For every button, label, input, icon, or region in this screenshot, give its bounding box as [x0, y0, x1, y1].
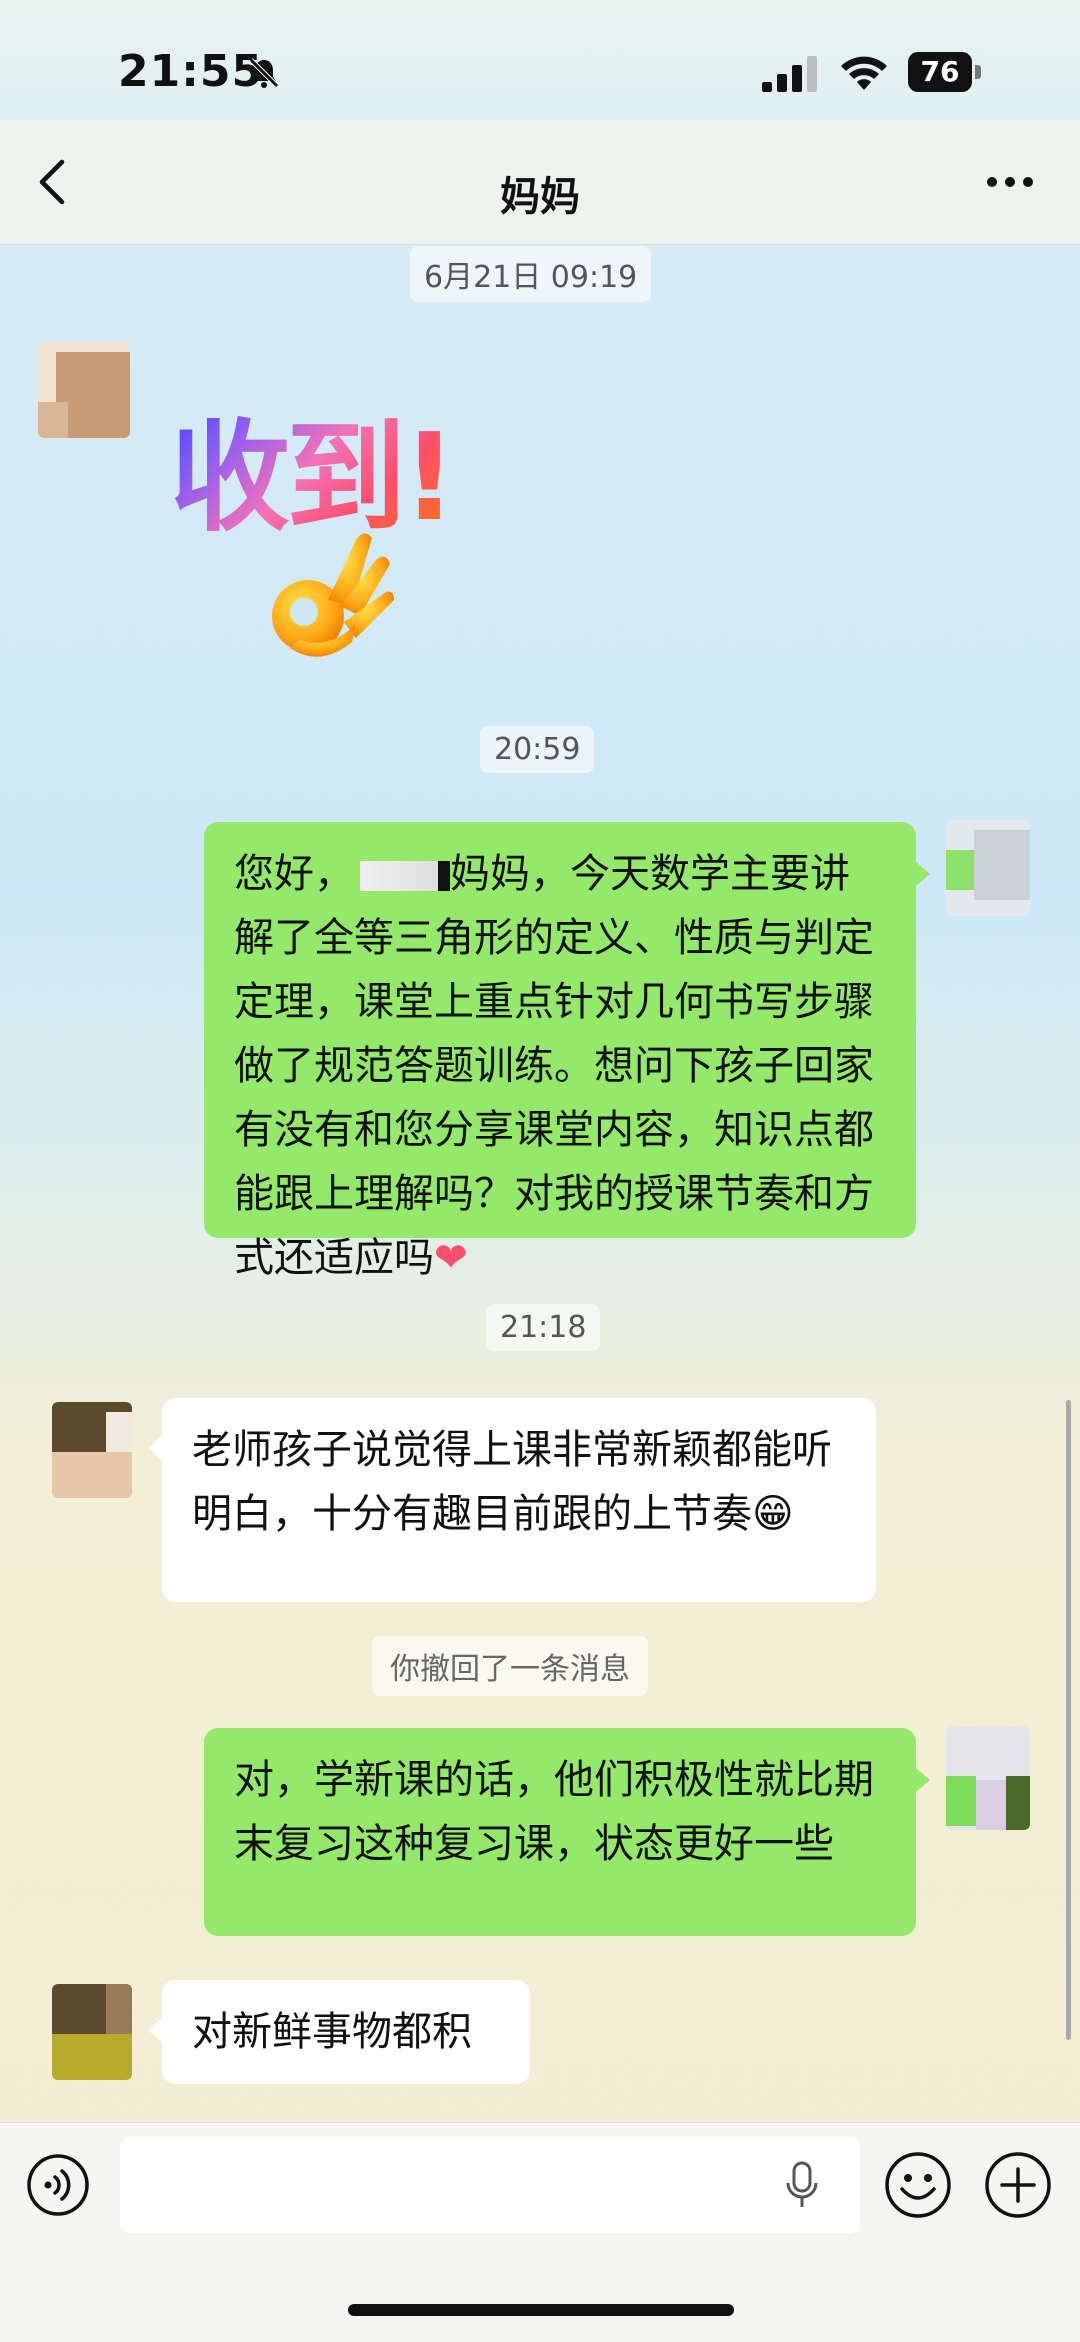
heart-emoji: ❤: [434, 1235, 468, 1281]
avatar-mom[interactable]: [52, 1402, 132, 1498]
message-text: 老师孩子说觉得上课非常新颖都能听明白，十分有趣目前跟的上节奏: [192, 1427, 832, 1537]
timestamp: 20:59: [480, 726, 595, 773]
bubble-tail: [148, 2018, 162, 2042]
message-bubble-incoming[interactable]: 老师孩子说觉得上课非常新颖都能听明白，十分有趣目前跟的上节奏😁: [162, 1398, 876, 1602]
redacted-mark: [438, 861, 450, 891]
more-icon[interactable]: [985, 172, 1035, 192]
bell-slash-icon: [249, 58, 279, 88]
wifi-icon: [841, 56, 887, 90]
bubble-tail: [916, 1768, 930, 1792]
avatar-self[interactable]: [946, 1726, 1030, 1830]
timestamp: 6月21日 09:19: [410, 246, 652, 302]
message-bubble-outgoing[interactable]: 您好， 妈妈，今天数学主要讲解了全等三角形的定义、性质与判定定理，课堂上重点针对几…: [204, 822, 916, 1281]
message-text: 对新鲜事物都积: [192, 2009, 472, 2055]
battery-level: 76: [908, 52, 972, 92]
battery-indicator: 76: [908, 52, 982, 92]
message-bubble-outgoing[interactable]: 对，学新课的话，他们积极性就比期末复习这种复习课，状态更好一些: [204, 1728, 916, 1936]
avatar-mom[interactable]: [52, 1984, 132, 2080]
message-text: 妈妈，今天数学主要讲解了全等三角形的定义、性质与判定定理，课堂上重点针对几何书写…: [234, 851, 874, 1281]
emoji-icon[interactable]: [884, 2151, 952, 2219]
recall-notice: 你撤回了一条消息: [372, 1636, 648, 1696]
status-time: 21:55: [118, 46, 264, 97]
plus-icon[interactable]: [984, 2151, 1052, 2219]
avatar-self[interactable]: [946, 820, 1030, 916]
voice-icon[interactable]: [26, 2153, 90, 2217]
status-bar: 21:55 76: [0, 0, 1080, 120]
message-text: 对，学新课的话，他们积极性就比期末复习这种复习课，状态更好一些: [234, 1757, 874, 1867]
signal-icon: [762, 56, 817, 92]
timestamp: 21:18: [486, 1304, 601, 1351]
battery-cap: [975, 65, 981, 79]
message-input[interactable]: [120, 2137, 860, 2233]
sticker-received[interactable]: 收到!: [170, 380, 510, 680]
message-bubble-incoming[interactable]: 对新鲜事物都积: [162, 1980, 530, 2084]
grin-emoji: 😁: [752, 1491, 794, 1537]
redacted-name: [360, 861, 438, 891]
avatar-mom[interactable]: [38, 342, 130, 438]
ok-hand-icon: [272, 533, 394, 657]
chat-title: 妈妈: [500, 174, 580, 220]
home-indicator[interactable]: [348, 2304, 734, 2316]
mic-icon[interactable]: [784, 2161, 820, 2211]
scrollbar[interactable]: [1066, 1400, 1071, 2040]
bubble-tail: [148, 1436, 162, 1460]
bubble-tail: [916, 862, 930, 886]
chat-header: 妈妈: [0, 120, 1080, 245]
message-text: 您好，: [234, 851, 354, 897]
